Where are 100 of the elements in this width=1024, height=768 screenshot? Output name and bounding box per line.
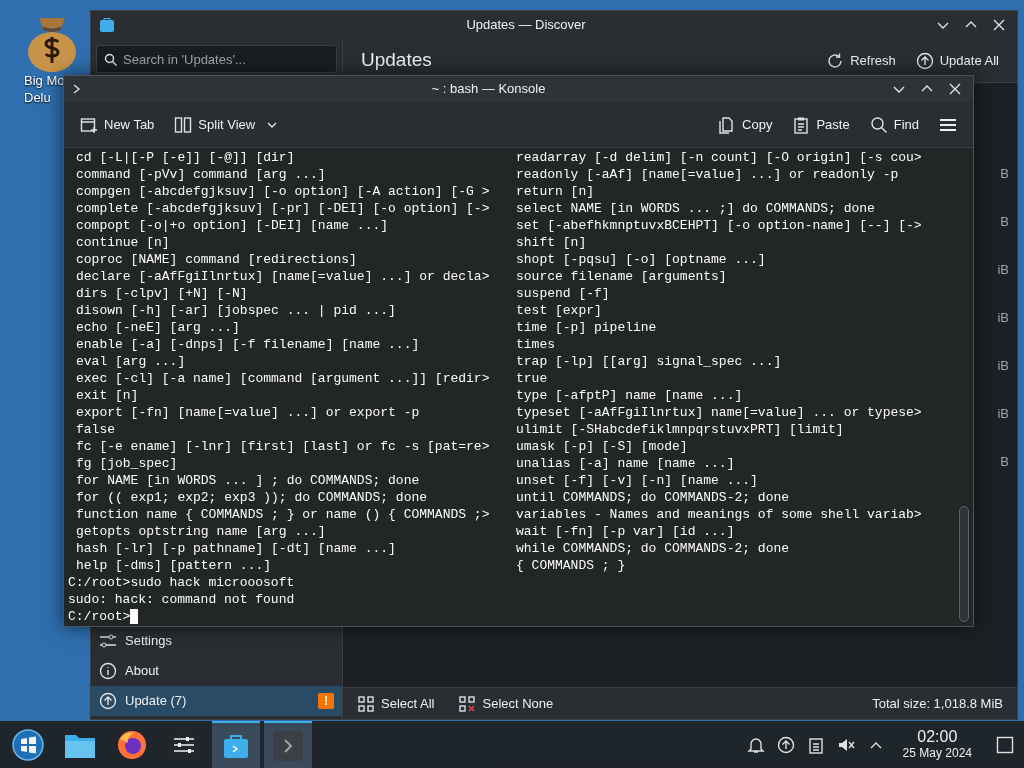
copy-button[interactable]: Copy [718, 114, 773, 135]
size-label: B [1000, 165, 1009, 183]
upload-icon [915, 51, 934, 70]
paste-button[interactable]: Paste [792, 114, 850, 135]
terminal-line: hash [-lr] [-p pathname] [-dt] [name ...] [76, 540, 396, 557]
terminal-line: ulimit [-SHabcdefiklmnpqrstuvxPRT] [limit] [516, 421, 844, 438]
terminal-line: true [516, 370, 548, 387]
search-icon [104, 53, 117, 66]
warning-badge: ! [318, 693, 334, 709]
terminal-line: sudo: hack: command not found [68, 591, 295, 608]
terminal-line: function name { COMMANDS ; } or name () { COMMANDS ;> [76, 506, 490, 523]
size-label: B [1000, 453, 1009, 471]
terminal-line: suspend [-f] [516, 285, 610, 302]
split-button[interactable]: Split View [174, 114, 278, 135]
update-button[interactable]: Update All [915, 50, 999, 71]
terminal-line: trap [-lp] [[arg] signal_spec ...] [516, 353, 782, 370]
tray-button[interactable] [806, 735, 825, 754]
show-desktop-button[interactable] [996, 735, 1014, 754]
search-field[interactable]: Search in 'Updates'... [96, 45, 337, 73]
terminal-line: select NAME [in WORDS ... ;] do COMMANDS; done [516, 200, 875, 217]
clock-time[interactable]: 02:00 [917, 728, 958, 746]
tray-button[interactable] [776, 735, 795, 754]
terminal-line: fg [job_spec] [76, 455, 178, 472]
sidebar-item[interactable]: About [91, 656, 342, 686]
terminal-line: times [516, 336, 555, 353]
text-cursor [130, 609, 139, 624]
terminal-line: shopt [-pqsu] [-o] [optname ...] [516, 251, 766, 268]
terminal-line: typeset [-aAfFgiIlnrtux] name[=value] ... or typese> [516, 404, 922, 421]
terminal-line: shift [n] [516, 234, 587, 251]
close-icon [949, 83, 961, 95]
terminal-line: umask [-p] [-S] [mode] [516, 438, 688, 455]
terminal-line: test [expr] [516, 302, 602, 319]
clipboard-icon [807, 735, 824, 754]
terminal-line: cd [-L|[-P [-e]] [-@]] [dir] [76, 149, 295, 166]
clipboard-icon [792, 115, 811, 134]
terminal-line: enable [-a] [-dnps] [-f filename] [name ...] [76, 336, 420, 353]
size-label: iB [997, 261, 1009, 279]
select-none-button[interactable]: Select None [458, 693, 554, 714]
terminal-line: wait [-fn] [-p var] [id ...] [516, 523, 735, 540]
desktop-icon-label[interactable]: Delu [24, 89, 51, 106]
total-size: Total size: 1,018.8 MiB [872, 694, 1003, 713]
browser-globe-icon [116, 728, 148, 761]
terminal-line: getopts optstring name [arg ...] [76, 523, 326, 540]
terminal-line: for NAME [in WORDS ... ] ; do COMMANDS; done [76, 472, 420, 489]
new-tab-icon [80, 115, 98, 134]
sliders-icon [99, 632, 117, 650]
refresh-icon [826, 51, 845, 70]
terminal-line: set [-abefhkmnptuvxBCEHPT] [-o option-name] [--] [-> [516, 217, 922, 234]
terminal-line: time [-p] pipeline [516, 319, 657, 336]
terminal-line: compgen [-abcdefgjksuv] [-o option] [-A action] [-G > [76, 183, 490, 200]
new-tab-button[interactable]: New Tab [80, 114, 155, 135]
split-view-icon [174, 115, 193, 134]
terminal-line: complete [-abcdefgjksuv] [-pr] [-DEI] [-o option] [-> [76, 200, 490, 217]
terminal-line: compopt [-o|+o option] [-DEI] [name ...] [76, 217, 389, 234]
terminal-line: until COMMANDS; do COMMANDS-2; done [516, 489, 790, 506]
size-label: iB [997, 309, 1009, 327]
terminal-line: for (( exp1; exp2; exp3 )); do COMMANDS; done [76, 489, 428, 506]
terminal-line: fc [-e ename] [-lnr] [first] [last] or fc -s [pat=re> [76, 438, 490, 455]
terminal-line: return [n] [516, 183, 594, 200]
close-icon [993, 19, 1005, 31]
terminal-line: type [-afptP] name [name ...] [516, 387, 743, 404]
terminal-line: C:/root>sudo hack microoosoft [68, 574, 295, 591]
window-title: ~ : bash — Konsole [430, 80, 547, 99]
terminal-line: false [76, 421, 115, 438]
select-none-icon [458, 694, 477, 713]
scrollbar-thumb[interactable] [959, 506, 969, 622]
terminal-line: help [-dms] [pattern ...] [76, 557, 272, 574]
start-orb-icon [11, 727, 45, 762]
size-label: iB [997, 357, 1009, 375]
clock-date[interactable]: 25 May 2024 [902, 746, 972, 761]
page-title: Updates [361, 48, 433, 73]
tray-button[interactable] [746, 735, 765, 754]
terminal-line: while COMMANDS; do COMMANDS-2; done [516, 540, 790, 557]
bell-icon [746, 735, 765, 754]
info-icon [99, 662, 117, 680]
window-title: Updates — Discover [465, 16, 587, 35]
terminal-line: disown [-h] [-ar] [jobspec ... | pid ...] [76, 302, 396, 319]
terminal-line: declare [-aAfFgiIlnrtux] [name[=value] ...] or decla> [76, 268, 490, 285]
terminal-icon [273, 730, 303, 761]
terminal-line: readonly [-aAf] [name[=value] ...] or readonly -p [516, 166, 899, 183]
sidebar-item[interactable]: Settings [91, 626, 342, 656]
terminal-line: source filename [arguments] [516, 268, 727, 285]
terminal-line: { COMMANDS ; } [516, 557, 626, 574]
terminal-line: variables - Names and meanings of some shell variab> [516, 506, 922, 523]
terminal-line: continue [n] [76, 234, 170, 251]
desktop-square-icon [996, 735, 1014, 754]
upload-icon [99, 692, 117, 710]
refresh-button[interactable]: Refresh [826, 50, 896, 71]
terminal-line: dirs [-clpv] [+N] [-N] [76, 285, 248, 302]
terminal-line: eval [arg ...] [76, 353, 186, 370]
terminal-line: C:/root> [68, 608, 131, 625]
sidebar-item[interactable]: Update (7) ! [91, 686, 342, 716]
select-all-button[interactable]: Select All [357, 693, 435, 714]
terminal-line: exec [-cl] [-a name] [command [argument ...]] [redir> [76, 370, 490, 387]
terminal-line: exit [n] [76, 387, 139, 404]
upload-icon [776, 735, 795, 754]
select-all-icon [357, 694, 375, 713]
terminal-line: export [-fn] [name[=value] ...] or export -p [76, 404, 420, 421]
desktop-icon-label[interactable]: Big Mo [24, 72, 65, 89]
find-button[interactable]: Find [869, 114, 919, 135]
